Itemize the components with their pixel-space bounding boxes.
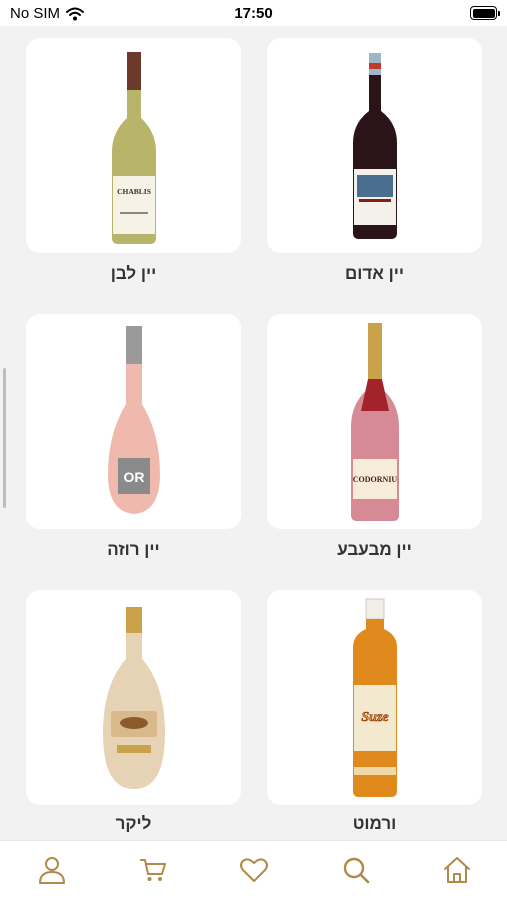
product-label[interactable]: יין רוזה <box>26 540 241 560</box>
product-card-white-wine[interactable]: CHABLIS <box>26 38 241 253</box>
home-icon <box>444 857 470 883</box>
search-icon <box>343 857 370 884</box>
nav-cart-button[interactable] <box>136 853 170 887</box>
heart-icon <box>240 858 268 882</box>
status-time: 17:50 <box>234 5 273 22</box>
bottom-nav <box>0 840 507 900</box>
battery-icon <box>470 6 500 20</box>
bottle-text: CODORNIU <box>352 475 397 484</box>
status-bar: No SIM 17:50 <box>0 0 507 26</box>
cart-icon <box>140 859 166 881</box>
product-label[interactable]: יין אדום <box>267 264 482 284</box>
white-wine-bottle-icon: CHABLIS <box>111 51 156 244</box>
product-label[interactable]: ורמוט <box>267 814 482 834</box>
nav-favorites-button[interactable] <box>237 853 271 887</box>
vermouth-bottle-icon: Suze <box>352 598 397 797</box>
product-label[interactable]: יין מבעבע <box>267 540 482 560</box>
user-icon <box>39 857 65 884</box>
product-card-vermouth[interactable]: Suze <box>267 590 482 805</box>
product-card-red-wine[interactable] <box>267 38 482 253</box>
product-label[interactable]: ליקר <box>26 814 241 834</box>
nav-home-button[interactable] <box>440 853 474 887</box>
bottle-text: Suze <box>361 710 388 725</box>
scroll-indicator[interactable] <box>3 368 6 508</box>
product-label[interactable]: יין לבן <box>26 264 241 284</box>
liqueur-bottle-icon <box>102 606 165 789</box>
product-card-sparkling-wine[interactable]: CODORNIU <box>267 314 482 529</box>
sparkling-wine-bottle-icon: CODORNIU <box>350 323 399 521</box>
nav-profile-button[interactable] <box>35 853 69 887</box>
red-wine-bottle-icon <box>352 52 397 239</box>
product-card-liqueur[interactable] <box>26 590 241 805</box>
rose-wine-bottle-icon: OR <box>107 326 160 514</box>
bottle-text: OR <box>123 469 144 485</box>
product-card-rose-wine[interactable]: OR <box>26 314 241 529</box>
bottle-text: CHABLIS <box>117 187 151 196</box>
nav-search-button[interactable] <box>339 853 373 887</box>
